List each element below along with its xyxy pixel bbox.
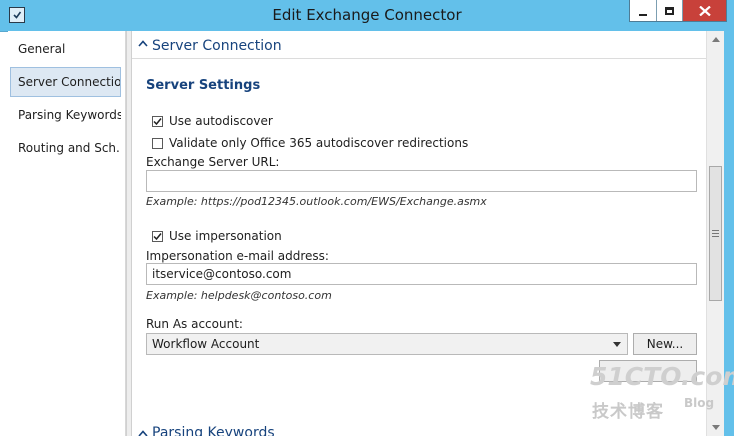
section-title-parsing-keywords: Parsing Keywords: [152, 425, 275, 436]
watermark-blog: Blog: [684, 396, 715, 410]
checkmark-icon: [153, 232, 162, 240]
impersonation-email-label: Impersonation e-mail address:: [146, 249, 329, 263]
window-title: Edit Exchange Connector: [272, 6, 462, 24]
use-impersonation-checkbox[interactable]: [152, 230, 163, 242]
nav-item-server-connection[interactable]: Server Connection: [10, 67, 121, 97]
new-account-button[interactable]: New...: [633, 333, 697, 355]
use-autodiscover-row: Use autodiscover: [152, 114, 273, 128]
close-button[interactable]: [682, 0, 726, 21]
close-icon: [698, 5, 711, 16]
server-url-example: Example: https://pod12345.outlook.com/EW…: [146, 195, 487, 208]
scroll-down-icon[interactable]: [712, 425, 720, 430]
server-url-label: Exchange Server URL:: [146, 155, 280, 169]
section-title: Server Connection: [152, 38, 282, 54]
watermark: 51CTO.com 技术博客 Blog: [590, 362, 734, 422]
use-impersonation-label: Use impersonation: [169, 229, 282, 243]
title-bar: Edit Exchange Connector: [0, 0, 734, 32]
chevron-up-icon: [138, 40, 148, 47]
minimize-button[interactable]: [630, 0, 656, 21]
maximize-icon: [665, 6, 674, 15]
validate-o365-row: Validate only Office 365 autodiscover re…: [152, 136, 468, 150]
watermark-sub: 技术博客: [592, 402, 664, 422]
validate-o365-checkbox[interactable]: [152, 137, 163, 149]
validate-o365-label: Validate only Office 365 autodiscover re…: [169, 136, 469, 150]
chevron-down-icon: [613, 342, 621, 347]
minimize-icon: [639, 13, 647, 16]
checkmark-icon: [153, 117, 162, 125]
scroll-up-icon[interactable]: [712, 37, 720, 42]
watermark-main: 51CTO.com: [590, 362, 734, 391]
run-as-label: Run As account:: [146, 317, 243, 331]
group-title: Server Settings: [146, 78, 261, 93]
use-autodiscover-label: Use autodiscover: [169, 114, 273, 128]
server-url-input[interactable]: [146, 170, 697, 192]
nav-item-routing[interactable]: Routing and Sch...: [10, 133, 121, 163]
grip-line: [712, 236, 719, 237]
window-controls: [629, 0, 727, 22]
scroll-thumb[interactable]: [709, 166, 722, 301]
grip-line: [712, 230, 719, 231]
nav-pane: General Server Connection Parsing Keywor…: [8, 31, 126, 436]
run-as-selected: Workflow Account: [152, 337, 260, 351]
run-as-dropdown[interactable]: Workflow Account: [146, 333, 628, 355]
grip-line: [712, 233, 719, 234]
nav-item-parsing-keywords[interactable]: Parsing Keywords: [10, 100, 121, 130]
impersonation-email-input[interactable]: itservice@contoso.com: [146, 263, 697, 285]
use-autodiscover-checkbox[interactable]: [152, 115, 163, 127]
use-impersonation-row: Use impersonation: [152, 229, 282, 243]
section-header-parsing-keywords[interactable]: Parsing Keywords: [132, 421, 706, 436]
nav-item-general[interactable]: General: [10, 34, 121, 64]
impersonation-email-example: Example: helpdesk@contoso.com: [146, 289, 332, 302]
chevron-up-icon: [138, 430, 148, 436]
maximize-button[interactable]: [656, 0, 682, 21]
section-header-server-connection[interactable]: Server Connection: [132, 31, 706, 59]
